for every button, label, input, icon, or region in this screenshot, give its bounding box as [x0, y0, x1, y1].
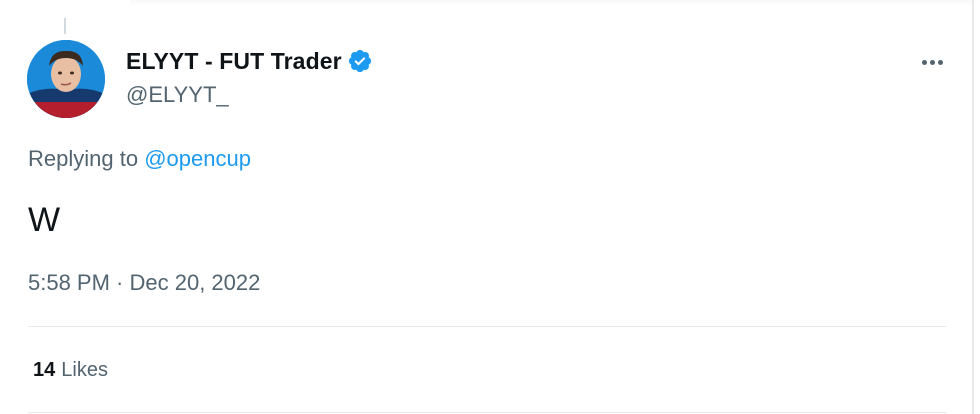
author-display-name[interactable]: ELYYT - FUT Trader [126, 48, 342, 75]
more-dot [929, 59, 935, 65]
more-dot [921, 59, 927, 65]
previous-tweet-fade [130, 0, 972, 6]
tweet-timestamp: 5:58 PM · Dec 20, 2022 [28, 270, 260, 296]
author-info: ELYYT - FUT Trader @ELYYT_ [126, 44, 373, 114]
more-dot [937, 59, 943, 65]
more-horizontal-icon[interactable] [916, 48, 948, 76]
author-name-row: ELYYT - FUT Trader [126, 44, 373, 78]
reply-context: Replying to @opencup [28, 146, 251, 172]
timestamp-separator: · [109, 270, 130, 295]
reply-prefix: Replying to [28, 146, 145, 171]
reply-to-link[interactable]: @opencup [144, 146, 251, 171]
tweet-time[interactable]: 5:58 PM [28, 270, 110, 295]
tweet-date[interactable]: Dec 20, 2022 [130, 270, 261, 295]
verified-badge-icon [348, 49, 371, 73]
avatar-image [27, 40, 105, 118]
likes-link[interactable]: 14 Likes [33, 359, 108, 382]
tweet-card: ELYYT - FUT Trader @ELYYT_ Replying to @… [0, 0, 974, 414]
avatar[interactable] [27, 40, 105, 118]
thread-connector-line [64, 18, 66, 34]
likes-count: 14 [33, 359, 56, 381]
author-handle[interactable]: @ELYYT_ [126, 82, 373, 108]
divider [28, 326, 946, 327]
likes-label: Likes [61, 359, 108, 381]
tweet-text: W [28, 201, 61, 239]
divider [28, 412, 946, 413]
